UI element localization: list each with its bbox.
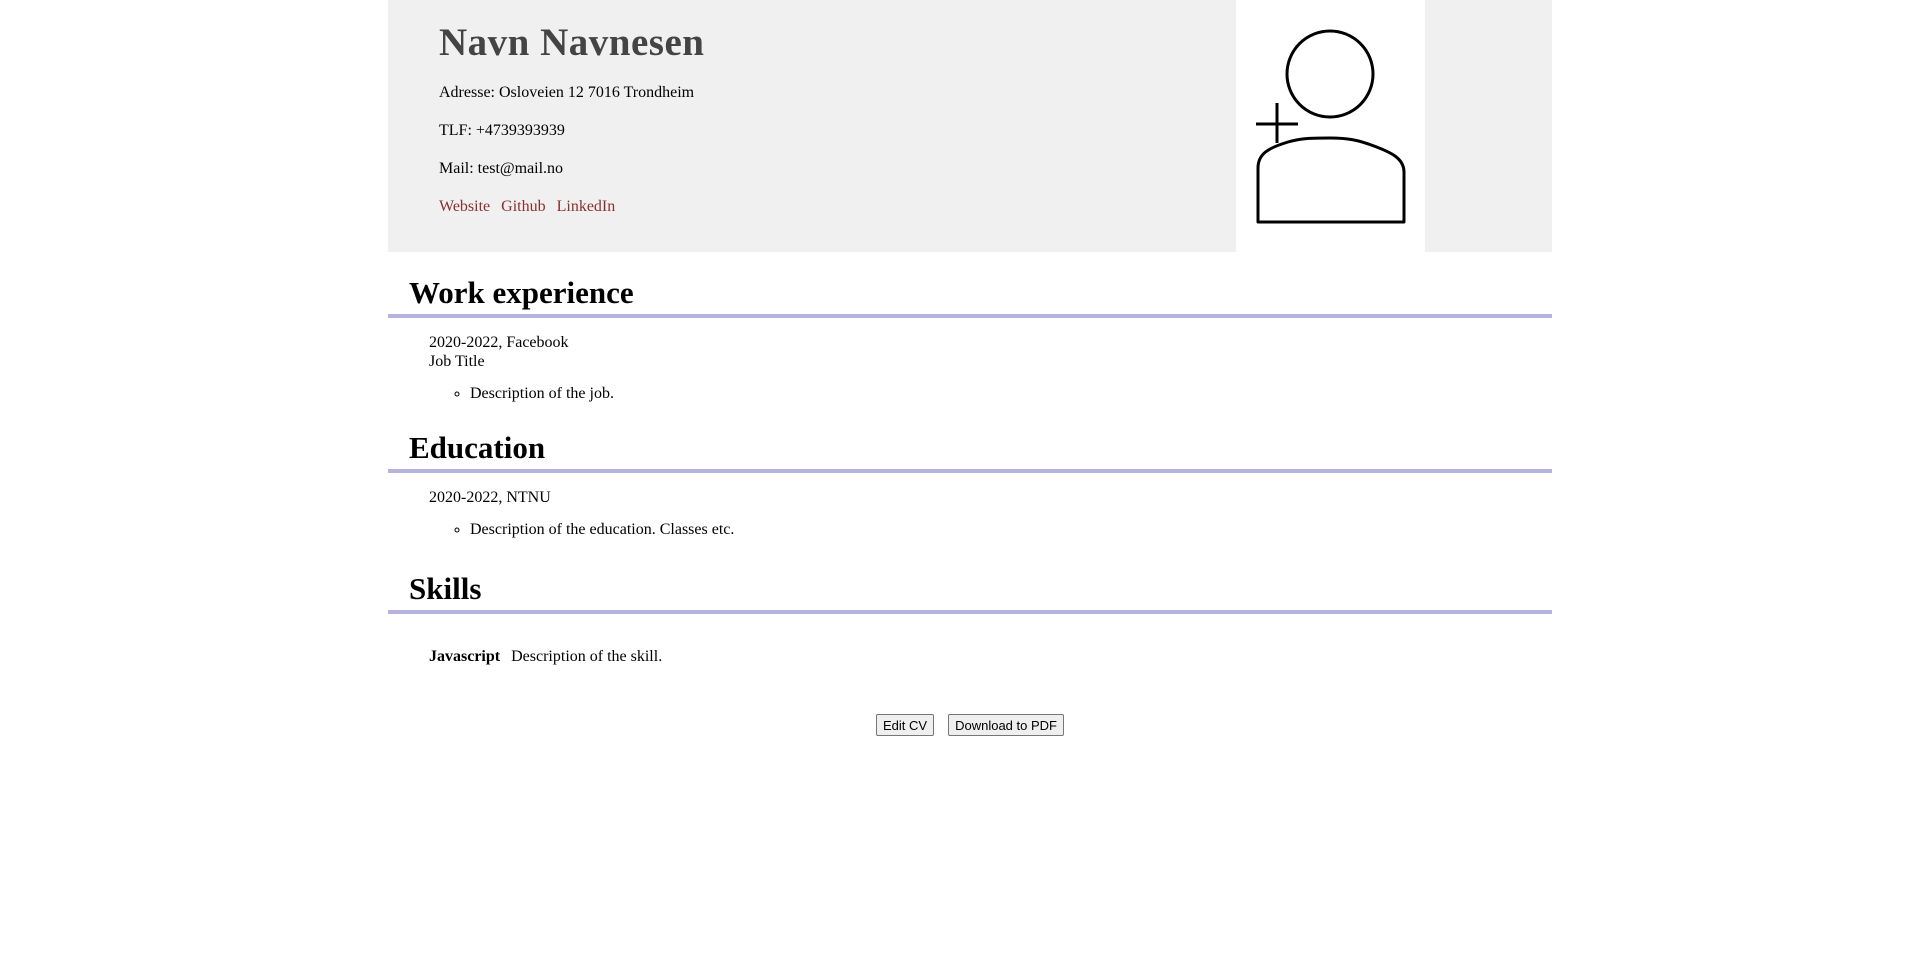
github-link[interactable]: Github	[501, 198, 545, 215]
skills-heading: Skills	[409, 571, 482, 606]
education-period: 2020-2022, NTNU	[429, 489, 551, 506]
contact-info: Navn Navnesen Adresse: Osloveien 12 7016…	[439, 20, 704, 217]
website-link[interactable]: Website	[439, 198, 490, 215]
profile-links: Website Github LinkedIn	[439, 197, 704, 217]
add-user-icon[interactable]	[1236, 0, 1425, 252]
education-description-list: Description of the education. Classes et…	[429, 520, 1552, 539]
cv-page: Navn Navnesen Adresse: Osloveien 12 7016…	[388, 0, 1552, 736]
action-buttons: Edit CV Download to PDF	[388, 714, 1552, 736]
address: Adresse: Osloveien 12 7016 Trondheim	[439, 84, 695, 101]
education-heading: Education	[409, 430, 546, 465]
skill-description: Description of the skill.	[511, 648, 663, 665]
skill-name: Javascript	[429, 648, 501, 665]
email: Mail: test@mail.no	[439, 160, 564, 177]
work-description-list: Description of the job.	[429, 384, 1552, 403]
person-name: Navn Navnesen	[439, 21, 705, 64]
work-experience-heading: Work experience	[409, 275, 634, 310]
cv-header: Navn Navnesen Adresse: Osloveien 12 7016…	[388, 0, 1552, 252]
work-description: Description of the job.	[470, 384, 1552, 403]
work-period: 2020-2022, Facebook	[429, 334, 569, 351]
phone: TLF: +4739393939	[439, 122, 565, 139]
edit-cv-button[interactable]: Edit CV	[876, 714, 935, 736]
download-pdf-button[interactable]: Download to PDF	[948, 714, 1064, 736]
job-title: Job Title	[429, 353, 485, 370]
avatar[interactable]	[1236, 0, 1425, 252]
skill-item: Javascript Description of the skill.	[388, 647, 1552, 667]
education-entry: 2020-2022, NTNU Description of the educa…	[388, 488, 1552, 539]
education-description: Description of the education. Classes et…	[470, 520, 1552, 539]
linkedin-link[interactable]: LinkedIn	[557, 198, 616, 215]
work-entry: 2020-2022, Facebook Job Title Descriptio…	[388, 333, 1552, 403]
